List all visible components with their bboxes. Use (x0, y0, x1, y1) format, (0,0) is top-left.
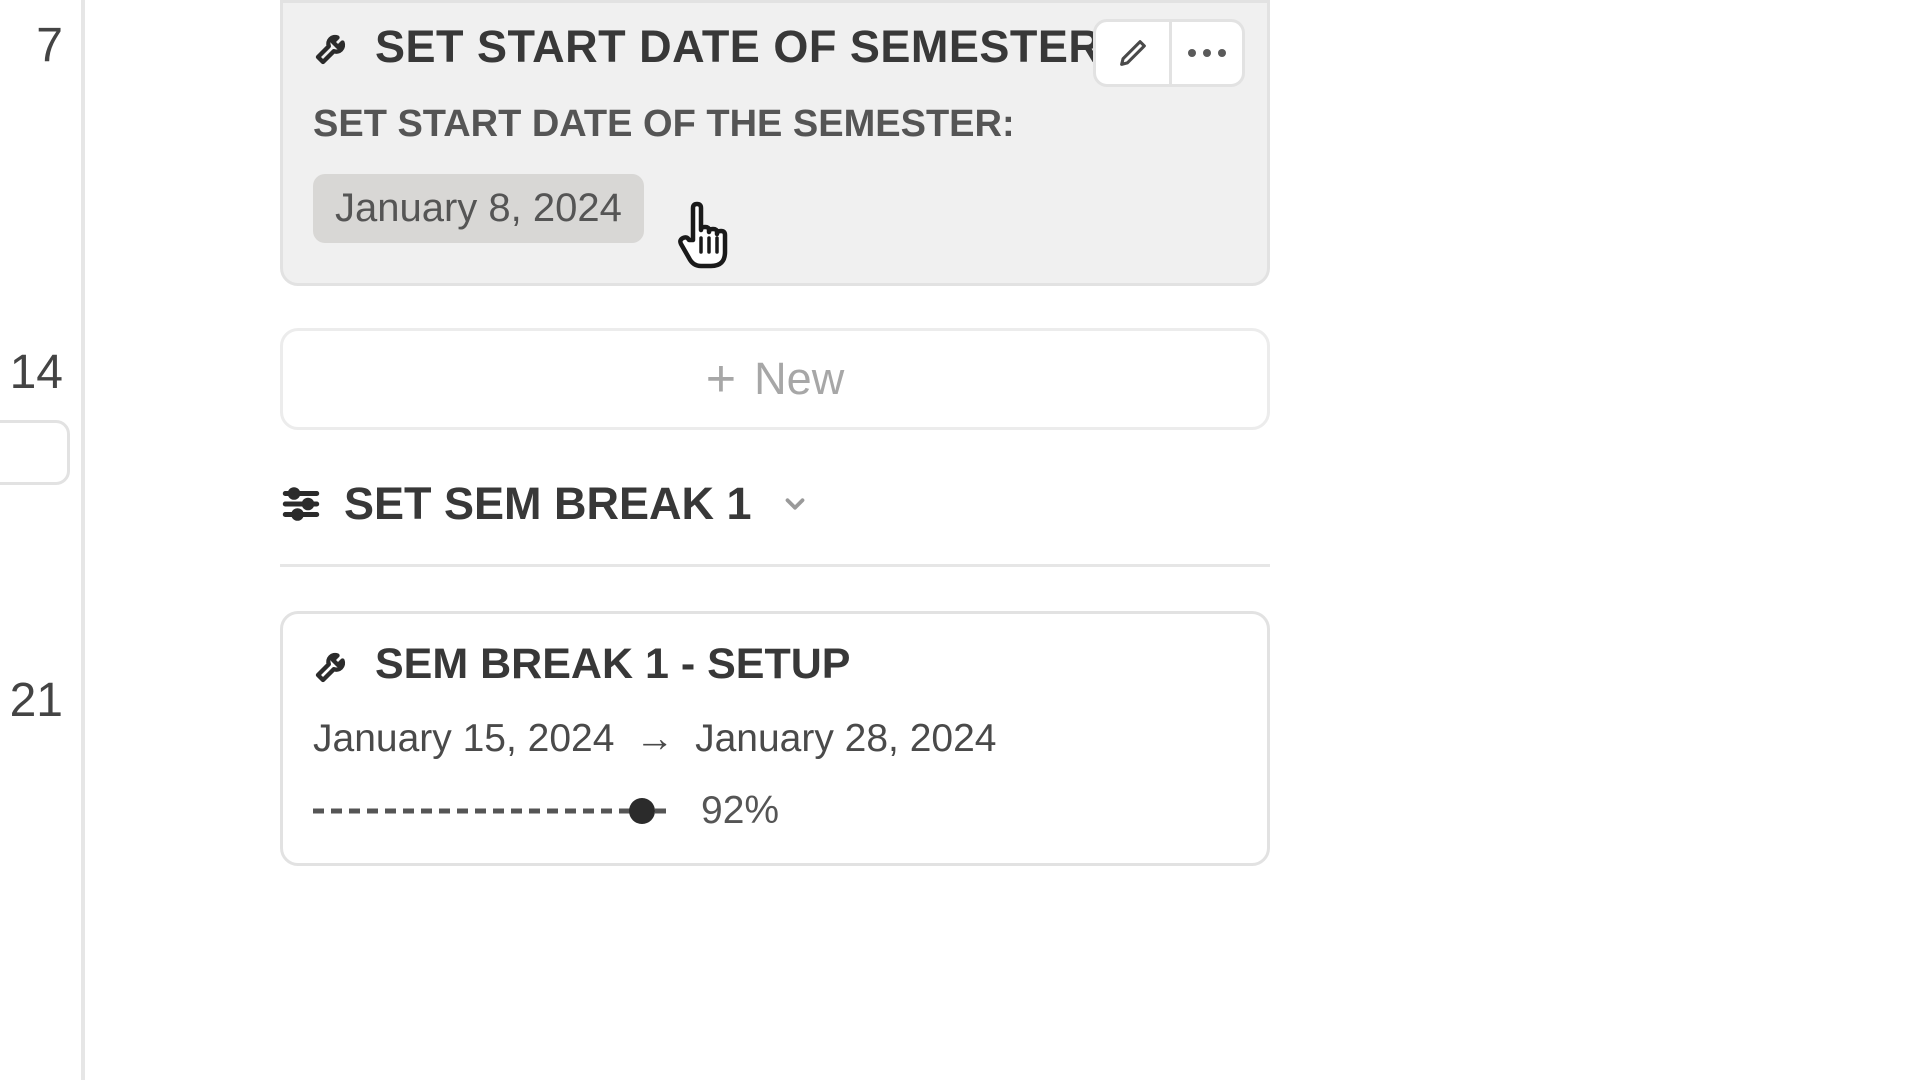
new-item-button[interactable]: + New (280, 328, 1270, 430)
card-sem-break-setup[interactable]: SEM BREAK 1 - SETUP January 15, 2024 → J… (280, 611, 1270, 866)
wrench-icon (313, 27, 353, 67)
section-heading-sem-break-1[interactable]: SET SEM BREAK 1 (280, 478, 1270, 530)
wrench-icon (313, 645, 353, 685)
card-set-start-date[interactable]: SET START DATE OF SEMESTER SET START DAT… (280, 0, 1270, 286)
date-range: January 15, 2024 → January 28, 2024 (313, 717, 1237, 761)
gutter-date: 21 (10, 673, 63, 728)
progress-row: 92% (313, 789, 1237, 833)
calendar-gutter: 7 14 21 (0, 0, 85, 1080)
card-actions (1093, 19, 1245, 87)
section-divider (280, 564, 1270, 567)
gutter-date: 7 (36, 18, 63, 73)
ellipsis-icon (1188, 49, 1226, 57)
progress-handle[interactable] (629, 798, 655, 824)
calendar-event-block[interactable] (0, 420, 70, 485)
gutter-date: 14 (10, 345, 63, 400)
section-title: SET SEM BREAK 1 (344, 478, 752, 530)
chevron-down-icon (780, 489, 810, 519)
card-subtitle: SET START DATE OF THE SEMESTER: (313, 103, 1237, 146)
edit-button[interactable] (1096, 22, 1169, 84)
card-title: SEM BREAK 1 - SETUP (375, 640, 850, 689)
progress-percent: 92% (701, 789, 779, 833)
new-label: New (754, 353, 844, 405)
pencil-icon (1116, 36, 1150, 70)
progress-track[interactable] (313, 798, 683, 824)
sliders-icon (280, 483, 322, 525)
date-chip[interactable]: January 8, 2024 (313, 174, 644, 243)
more-button[interactable] (1169, 22, 1242, 84)
date-end: January 28, 2024 (695, 717, 996, 760)
arrow-right-icon: → (625, 717, 684, 760)
date-start: January 15, 2024 (313, 717, 614, 760)
